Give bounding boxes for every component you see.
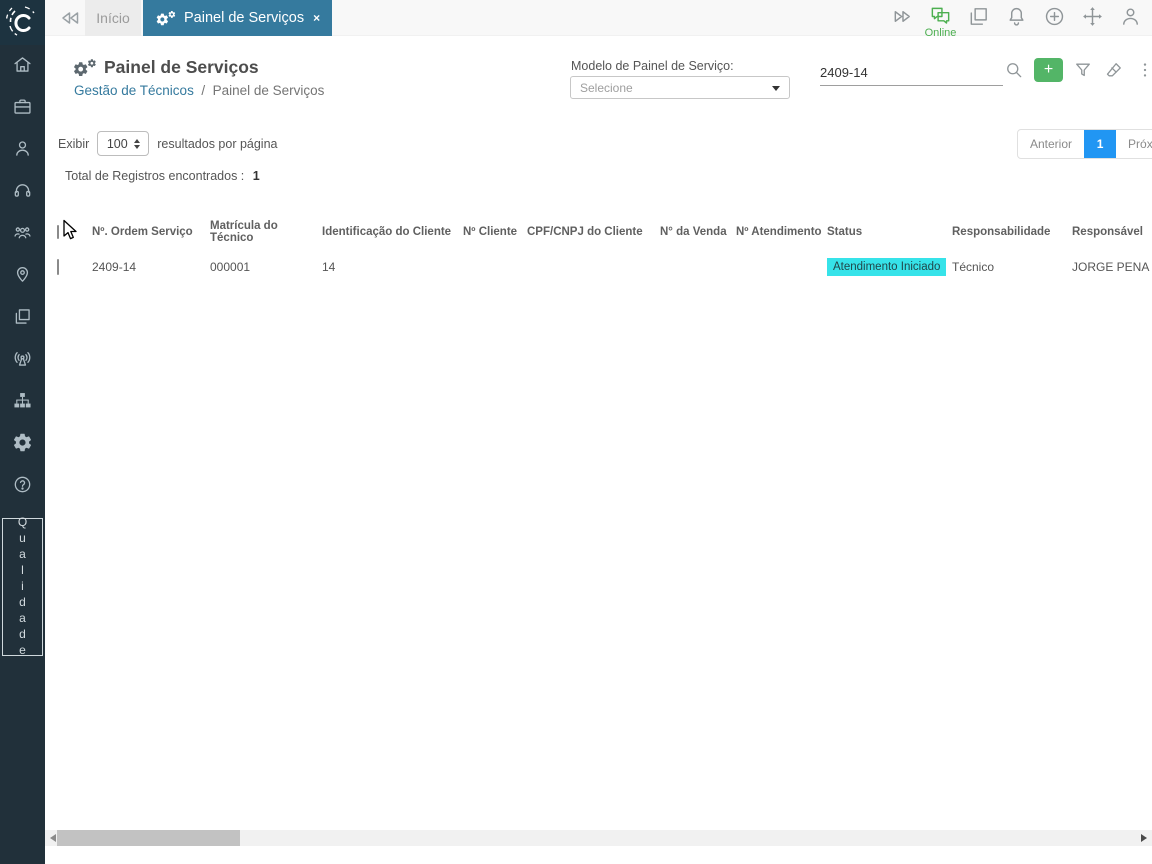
col-status[interactable]: Status	[827, 226, 952, 238]
move-icon[interactable]	[1081, 5, 1104, 28]
cell-responsabilidade: Técnico	[952, 260, 995, 274]
filter-icon[interactable]	[1072, 59, 1094, 81]
table-header: Nº. Ordem Serviço Matrícula do Técnico I…	[45, 220, 1152, 244]
next-page-button[interactable]: Próximo	[1116, 130, 1152, 158]
prev-page-button[interactable]: Anterior	[1018, 130, 1084, 158]
more-vertical-icon[interactable]	[1134, 59, 1152, 81]
broadcast-icon[interactable]	[11, 346, 35, 370]
tab-inicio[interactable]: Início	[85, 0, 141, 36]
horizontal-scrollbar[interactable]	[45, 830, 1152, 846]
page-size-label: Exibir	[58, 136, 90, 151]
row-checkbox[interactable]	[57, 259, 59, 275]
col-n-cliente[interactable]: Nº Cliente	[463, 226, 527, 238]
briefcase-icon[interactable]	[11, 94, 35, 118]
chevron-down-icon	[772, 86, 780, 91]
page-header: Painel de Serviços	[72, 57, 259, 78]
scrollbar-thumb[interactable]	[57, 830, 240, 846]
col-n-venda[interactable]: N° da Venda	[660, 226, 736, 238]
close-tab-icon[interactable]: ×	[313, 11, 320, 25]
sidebar-tab-qualidade[interactable]: Qualidade	[2, 515, 43, 659]
search-icon[interactable]	[1003, 59, 1025, 81]
model-select-value: Selecione	[580, 80, 633, 95]
sidebar-nav	[0, 52, 45, 496]
current-page-button[interactable]: 1	[1084, 130, 1117, 158]
team-icon[interactable]	[11, 220, 35, 244]
total-records-label: Total de Registros encontrados :	[65, 169, 245, 183]
total-records: Total de Registros encontrados : 1	[65, 169, 260, 183]
location-pin-icon[interactable]	[11, 262, 35, 286]
pagination: Anterior 1 Próximo	[1017, 129, 1152, 159]
online-status: Online	[924, 27, 957, 39]
col-matricula-tecnico[interactable]: Matrícula do Técnico	[210, 220, 322, 244]
topbar: Início Painel de Serviços × Online	[45, 0, 1152, 39]
cogs-icon	[156, 10, 176, 25]
topbar-actions: Online	[891, 5, 1142, 39]
copy-icon[interactable]	[967, 5, 990, 28]
fast-forward-tabs-icon[interactable]	[891, 5, 914, 28]
app-logo[interactable]	[0, 0, 45, 45]
breadcrumb-current: Painel de Serviços	[212, 83, 325, 98]
scroll-right-arrow-icon[interactable]	[1141, 834, 1147, 842]
tab-label: Painel de Serviços	[184, 10, 305, 26]
page-title: Painel de Serviços	[104, 57, 259, 77]
cell-identificacao-cliente: 14	[322, 260, 336, 274]
stepper-icon	[133, 138, 140, 149]
col-n-atendimento[interactable]: Nº Atendimento	[736, 226, 827, 238]
add-button[interactable]: +	[1034, 58, 1063, 82]
col-cpf-cnpj[interactable]: CPF/CNPJ do Cliente	[527, 226, 660, 238]
page-size-value: 100	[106, 136, 128, 151]
page-size-suffix: resultados por página	[157, 136, 278, 151]
cell-matricula-tecnico: 000001	[210, 260, 251, 274]
scroll-left-arrow-icon[interactable]	[50, 834, 56, 842]
help-icon[interactable]	[11, 472, 35, 496]
pages-icon[interactable]	[11, 304, 35, 328]
user-menu-icon[interactable]	[1119, 5, 1142, 28]
breadcrumb-parent-link[interactable]: Gestão de Técnicos	[74, 83, 194, 98]
sidebar: Qualidade	[0, 0, 45, 864]
status-badge: Atendimento Iniciado	[827, 258, 947, 276]
search-input[interactable]	[820, 60, 1003, 86]
total-records-value: 1	[252, 169, 260, 183]
cell-ordem-servico: 2409-14	[92, 260, 137, 274]
user-icon[interactable]	[11, 136, 35, 160]
table-row[interactable]: 2409-14 000001 14 Atendimento Iniciado T…	[45, 254, 1152, 280]
settings-icon[interactable]	[11, 430, 35, 454]
rewind-tabs-icon[interactable]	[57, 6, 83, 30]
breadcrumb: Gestão de Técnicos / Painel de Serviços	[74, 83, 324, 98]
col-responsabilidade[interactable]: Responsabilidade	[952, 226, 1072, 238]
network-icon[interactable]	[11, 388, 35, 412]
cogs-icon	[74, 58, 96, 76]
chat-icon[interactable]: Online	[925, 5, 956, 39]
breadcrumb-separator: /	[201, 83, 206, 98]
col-ordem-servico[interactable]: Nº. Ordem Serviço	[92, 226, 210, 238]
headset-icon[interactable]	[11, 178, 35, 202]
action-icons: +	[1003, 58, 1152, 82]
col-responsavel[interactable]: Responsável	[1072, 226, 1152, 238]
plus-circle-icon[interactable]	[1043, 5, 1066, 28]
col-identificacao-cliente[interactable]: Identificação do Cliente	[322, 226, 463, 238]
select-all-checkbox[interactable]	[57, 225, 59, 239]
model-select-label: Modelo de Painel de Serviço:	[571, 59, 734, 73]
cell-responsavel: JORGE PENA	[1072, 260, 1150, 274]
tab-painel-de-servicos[interactable]: Painel de Serviços ×	[143, 0, 333, 36]
page-size-row: Exibir 100 resultados por página	[58, 131, 278, 156]
model-select[interactable]: Selecione	[570, 76, 790, 99]
home-icon[interactable]	[11, 52, 35, 76]
eraser-icon[interactable]	[1103, 59, 1125, 81]
logo-icon	[5, 6, 35, 36]
bell-icon[interactable]	[1005, 5, 1028, 28]
page-size-select[interactable]: 100	[97, 131, 150, 156]
